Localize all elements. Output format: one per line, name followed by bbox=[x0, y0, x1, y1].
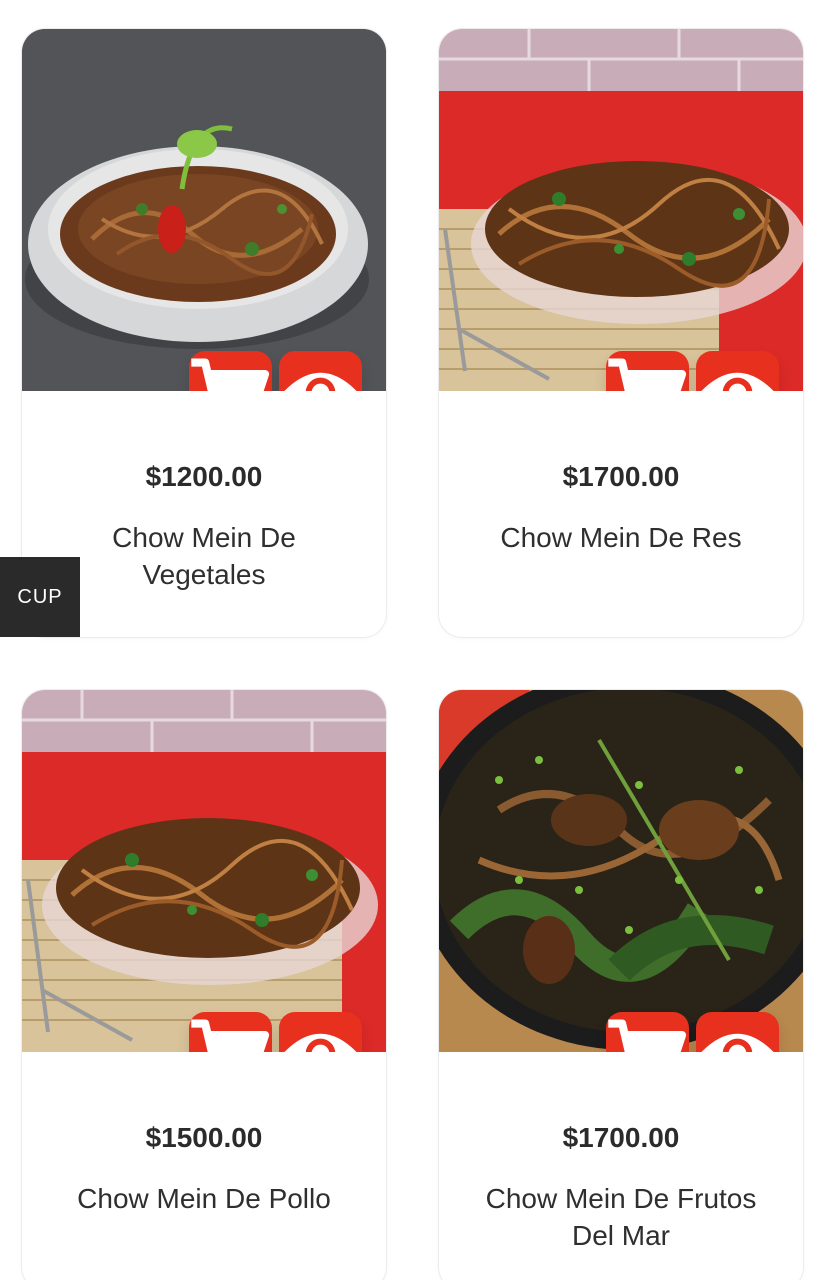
product-price: $1700.00 bbox=[562, 461, 680, 492]
view-details-button[interactable] bbox=[279, 1012, 362, 1052]
add-to-cart-button[interactable] bbox=[606, 1012, 689, 1052]
cart-icon bbox=[608, 1019, 687, 1052]
product-grid-page: $1200.00 Chow Mein De Vegetales $1700.00… bbox=[0, 0, 823, 1280]
product-actions bbox=[189, 1012, 362, 1052]
product-name[interactable]: Chow Mein De Pollo bbox=[52, 1180, 356, 1217]
product-card[interactable]: $1700.00 Chow Mein De Frutos Del Mar bbox=[438, 689, 804, 1280]
add-to-cart-button[interactable] bbox=[606, 351, 689, 391]
product-image[interactable] bbox=[439, 29, 803, 391]
eye-icon bbox=[701, 372, 774, 391]
product-price: $1500.00 bbox=[145, 1122, 263, 1153]
product-card[interactable]: $1700.00 Chow Mein De Res bbox=[438, 28, 804, 638]
view-details-button[interactable] bbox=[696, 351, 779, 391]
cart-icon bbox=[191, 358, 270, 391]
product-actions bbox=[606, 351, 779, 391]
view-details-button[interactable] bbox=[279, 351, 362, 391]
product-price: $1200.00 bbox=[145, 461, 263, 492]
product-actions bbox=[189, 351, 362, 391]
add-to-cart-button[interactable] bbox=[189, 1012, 272, 1052]
add-to-cart-button[interactable] bbox=[189, 351, 272, 391]
eye-icon bbox=[701, 1033, 774, 1052]
product-name[interactable]: Chow Mein De Frutos Del Mar bbox=[469, 1180, 773, 1254]
eye-icon bbox=[284, 1033, 357, 1052]
product-card[interactable]: $1500.00 Chow Mein De Pollo bbox=[21, 689, 387, 1280]
product-price: $1700.00 bbox=[562, 1122, 680, 1153]
product-image[interactable] bbox=[439, 690, 803, 1052]
product-name[interactable]: Chow Mein De Vegetales bbox=[52, 519, 356, 593]
currency-selector-button[interactable]: CUP bbox=[0, 557, 80, 637]
product-card[interactable]: $1200.00 Chow Mein De Vegetales bbox=[21, 28, 387, 638]
product-actions bbox=[606, 1012, 779, 1052]
product-image[interactable] bbox=[22, 29, 386, 391]
product-name[interactable]: Chow Mein De Res bbox=[469, 519, 773, 556]
view-details-button[interactable] bbox=[696, 1012, 779, 1052]
cart-icon bbox=[608, 358, 687, 391]
cart-icon bbox=[191, 1019, 270, 1052]
eye-icon bbox=[284, 372, 357, 391]
product-image[interactable] bbox=[22, 690, 386, 1052]
